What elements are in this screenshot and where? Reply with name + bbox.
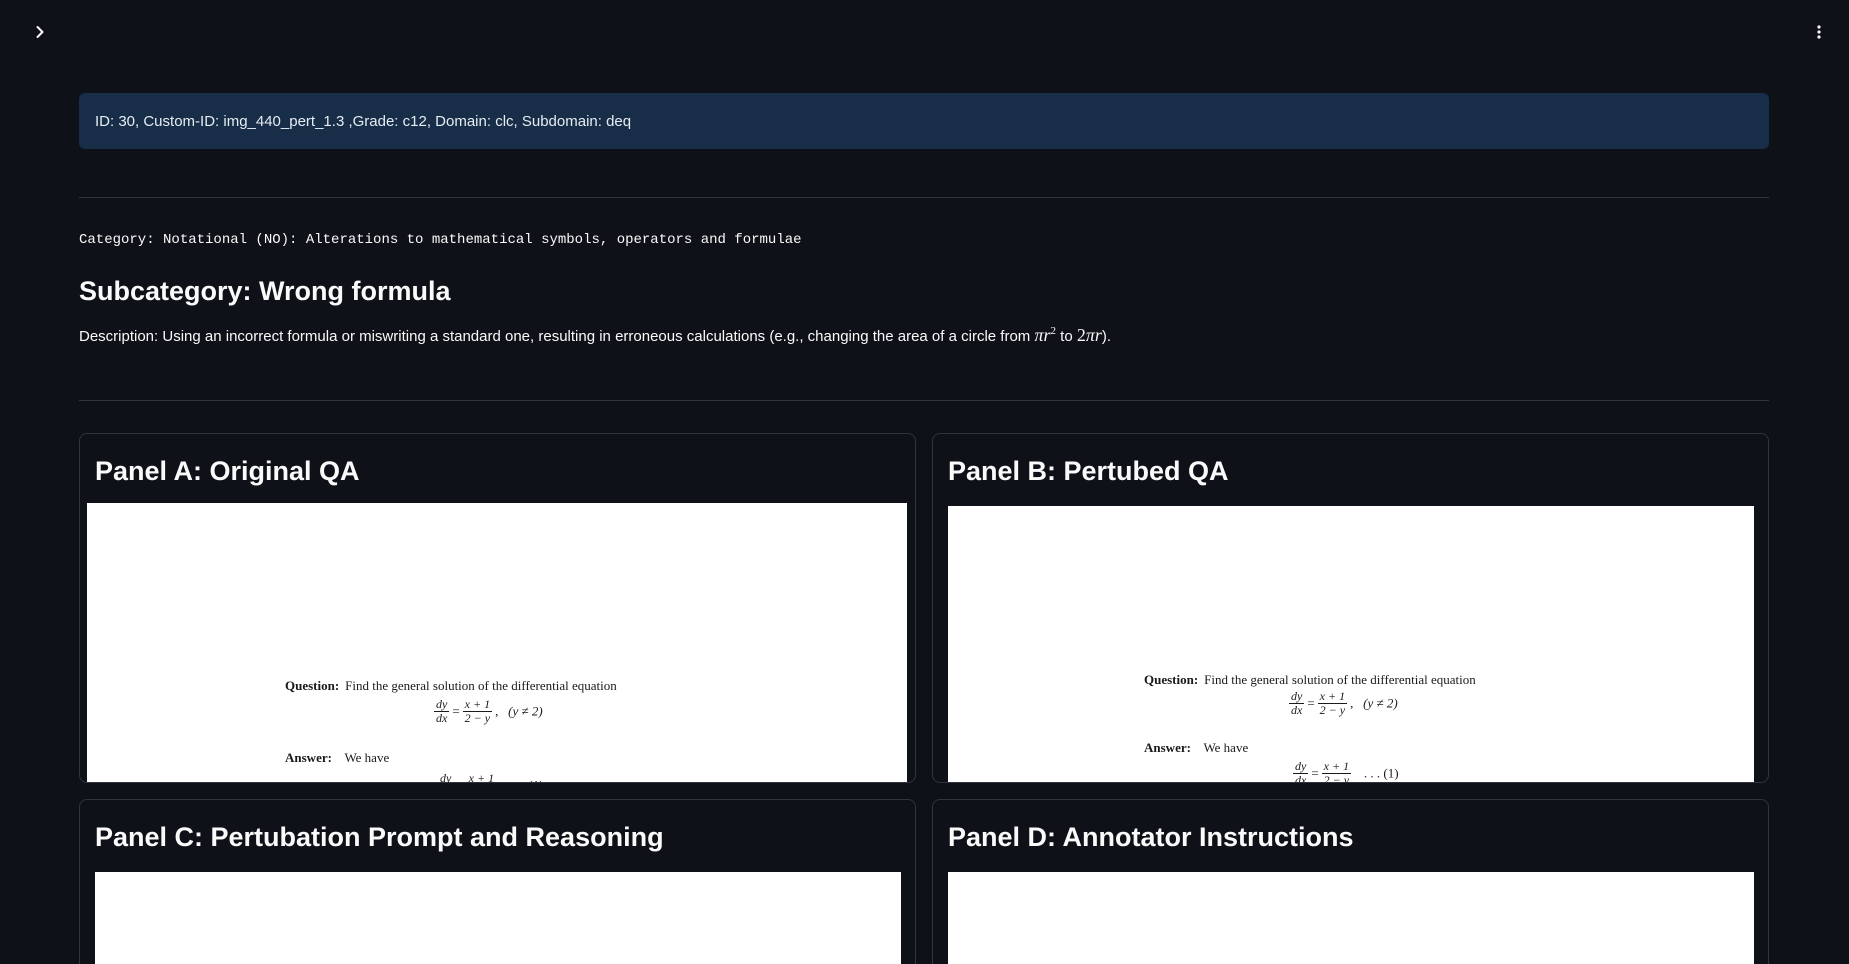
description-suffix: ).	[1101, 328, 1112, 345]
fraction-denominator: dx	[1295, 773, 1307, 782]
equals-sign: =	[1311, 765, 1319, 781]
equation-line-1: dydx= x + 12 − y . . . (1)	[435, 771, 544, 782]
fraction-denominator: dx	[436, 711, 448, 726]
answer-line: Answer: We have	[1144, 740, 1248, 756]
description-prefix: Description: Using an incorrect formula …	[79, 328, 1035, 345]
panel-perturbation-prompt: Panel C: Pertubation Prompt and Reasonin…	[79, 799, 916, 964]
question-label: Question:	[285, 678, 340, 693]
equation-condition: (y ≠ 2)	[1363, 695, 1398, 711]
fraction-rhs: x + 12 − y	[1317, 689, 1348, 718]
answer-line: Answer: We have	[285, 750, 389, 766]
fraction-denominator: 2 − y	[1319, 703, 1346, 718]
fraction-dy-dx: dydx	[1293, 759, 1309, 782]
equation-line: dy dx = x + 12 − y, (y ≠ 2)	[1286, 689, 1398, 718]
equation-reference: . . . (1)	[509, 778, 544, 782]
fraction-dy-dx: dydx	[434, 697, 450, 726]
panel-title: Panel C: Pertubation Prompt and Reasonin…	[95, 822, 664, 852]
equation-condition: (y ≠ 2)	[508, 703, 543, 719]
info-alert-text: ID: 30, Custom-ID: img_440_pert_1.3 ,Gra…	[95, 112, 632, 130]
panel-original-qa: Panel A: Original QA Question: Find the g…	[79, 433, 916, 783]
formula-altered: 2πr	[1077, 325, 1102, 345]
panel-title: Panel D: Annotator Instructions	[948, 822, 1354, 852]
divider	[79, 197, 1769, 198]
equals-sign: =	[456, 778, 463, 782]
sidebar-toggle-button[interactable]	[24, 16, 56, 48]
answer-text: We have	[1203, 740, 1249, 755]
qa-document: Question: Find the general solution of th…	[285, 678, 885, 782]
panel-title: Panel B: Pertubed QA	[948, 456, 1229, 486]
perturbation-prompt-image	[95, 872, 901, 964]
panel-title: Panel A: Original QA	[95, 456, 360, 486]
main-menu-button[interactable]	[1803, 16, 1835, 48]
panel-annotator-instructions: Panel D: Annotator Instructions	[932, 799, 1769, 964]
fraction-numerator: x + 1	[467, 771, 496, 782]
comma: ,	[1350, 695, 1364, 711]
fraction-denominator: dx	[1291, 703, 1303, 718]
qa-document: Question: Find the general solution of th…	[1144, 672, 1744, 782]
question-line: Question: Find the general solution of th…	[285, 678, 617, 694]
fraction-numerator: dy	[434, 697, 450, 713]
category-text: Category: Notational (NO): Alterations t…	[79, 232, 802, 248]
equals-sign: =	[1307, 695, 1315, 711]
fraction-rhs: x + 12 − y	[467, 771, 496, 782]
answer-text: We have	[344, 750, 390, 765]
formula-original-base: πr	[1034, 325, 1051, 345]
formula-altered-rest: πr	[1085, 325, 1102, 345]
formula-original: πr2	[1034, 325, 1056, 345]
formula-altered-coefficient: 2	[1076, 325, 1086, 345]
equation-reference: . . . (1)	[1363, 765, 1399, 781]
fraction-numerator: dy	[438, 771, 453, 782]
divider	[79, 400, 1769, 401]
question-text: Find the general solution of the differe…	[345, 678, 617, 693]
comma: ,	[495, 703, 509, 719]
equation-line-1: dydx=x + 12 − y . . . (1)	[1290, 759, 1399, 782]
fraction-denominator: 2 − y	[1323, 773, 1350, 782]
description-text: Description: Using an incorrect formula …	[79, 325, 1111, 346]
chevron-right-icon	[36, 26, 44, 38]
answer-label: Answer:	[1144, 740, 1191, 755]
equation-line: dy dx = x + 12 − y, (y ≠ 2)	[431, 697, 543, 726]
question-text: Find the general solution of the differe…	[1204, 672, 1476, 687]
answer-label: Answer:	[285, 750, 332, 765]
vertical-ellipsis-icon	[1817, 25, 1821, 39]
annotator-instructions-image	[948, 872, 1754, 964]
info-alert: ID: 30, Custom-ID: img_440_pert_1.3 ,Gra…	[79, 93, 1769, 149]
fraction-numerator: dy	[1289, 689, 1305, 705]
fraction-numerator: x + 1	[462, 697, 493, 713]
description-middle: to	[1056, 328, 1077, 345]
question-label: Question:	[1144, 672, 1199, 687]
perturbed-qa-image: Question: Find the general solution of th…	[948, 506, 1754, 782]
question-line: Question: Find the general solution of th…	[1144, 672, 1476, 688]
fraction-rhs: x + 12 − y	[462, 697, 493, 726]
fraction-numerator: dy	[1293, 759, 1309, 775]
fraction-dy-dx: dydx	[1289, 689, 1305, 718]
original-qa-image: Question: Find the general solution of th…	[87, 503, 907, 782]
fraction-denominator: 2 − y	[464, 711, 491, 726]
equals-sign: =	[452, 703, 460, 719]
fraction-dy-dx: dydx	[438, 771, 453, 782]
fraction-numerator: x + 1	[1317, 689, 1348, 705]
fraction-numerator: x + 1	[1321, 759, 1352, 775]
subcategory-heading: Subcategory: Wrong formula	[79, 276, 451, 306]
app-root: ID: 30, Custom-ID: img_440_pert_1.3 ,Gra…	[0, 0, 1849, 964]
panel-perturbed-qa: Panel B: Pertubed QA Question: Find the g…	[932, 433, 1769, 783]
fraction-rhs: x + 12 − y	[1321, 759, 1352, 782]
